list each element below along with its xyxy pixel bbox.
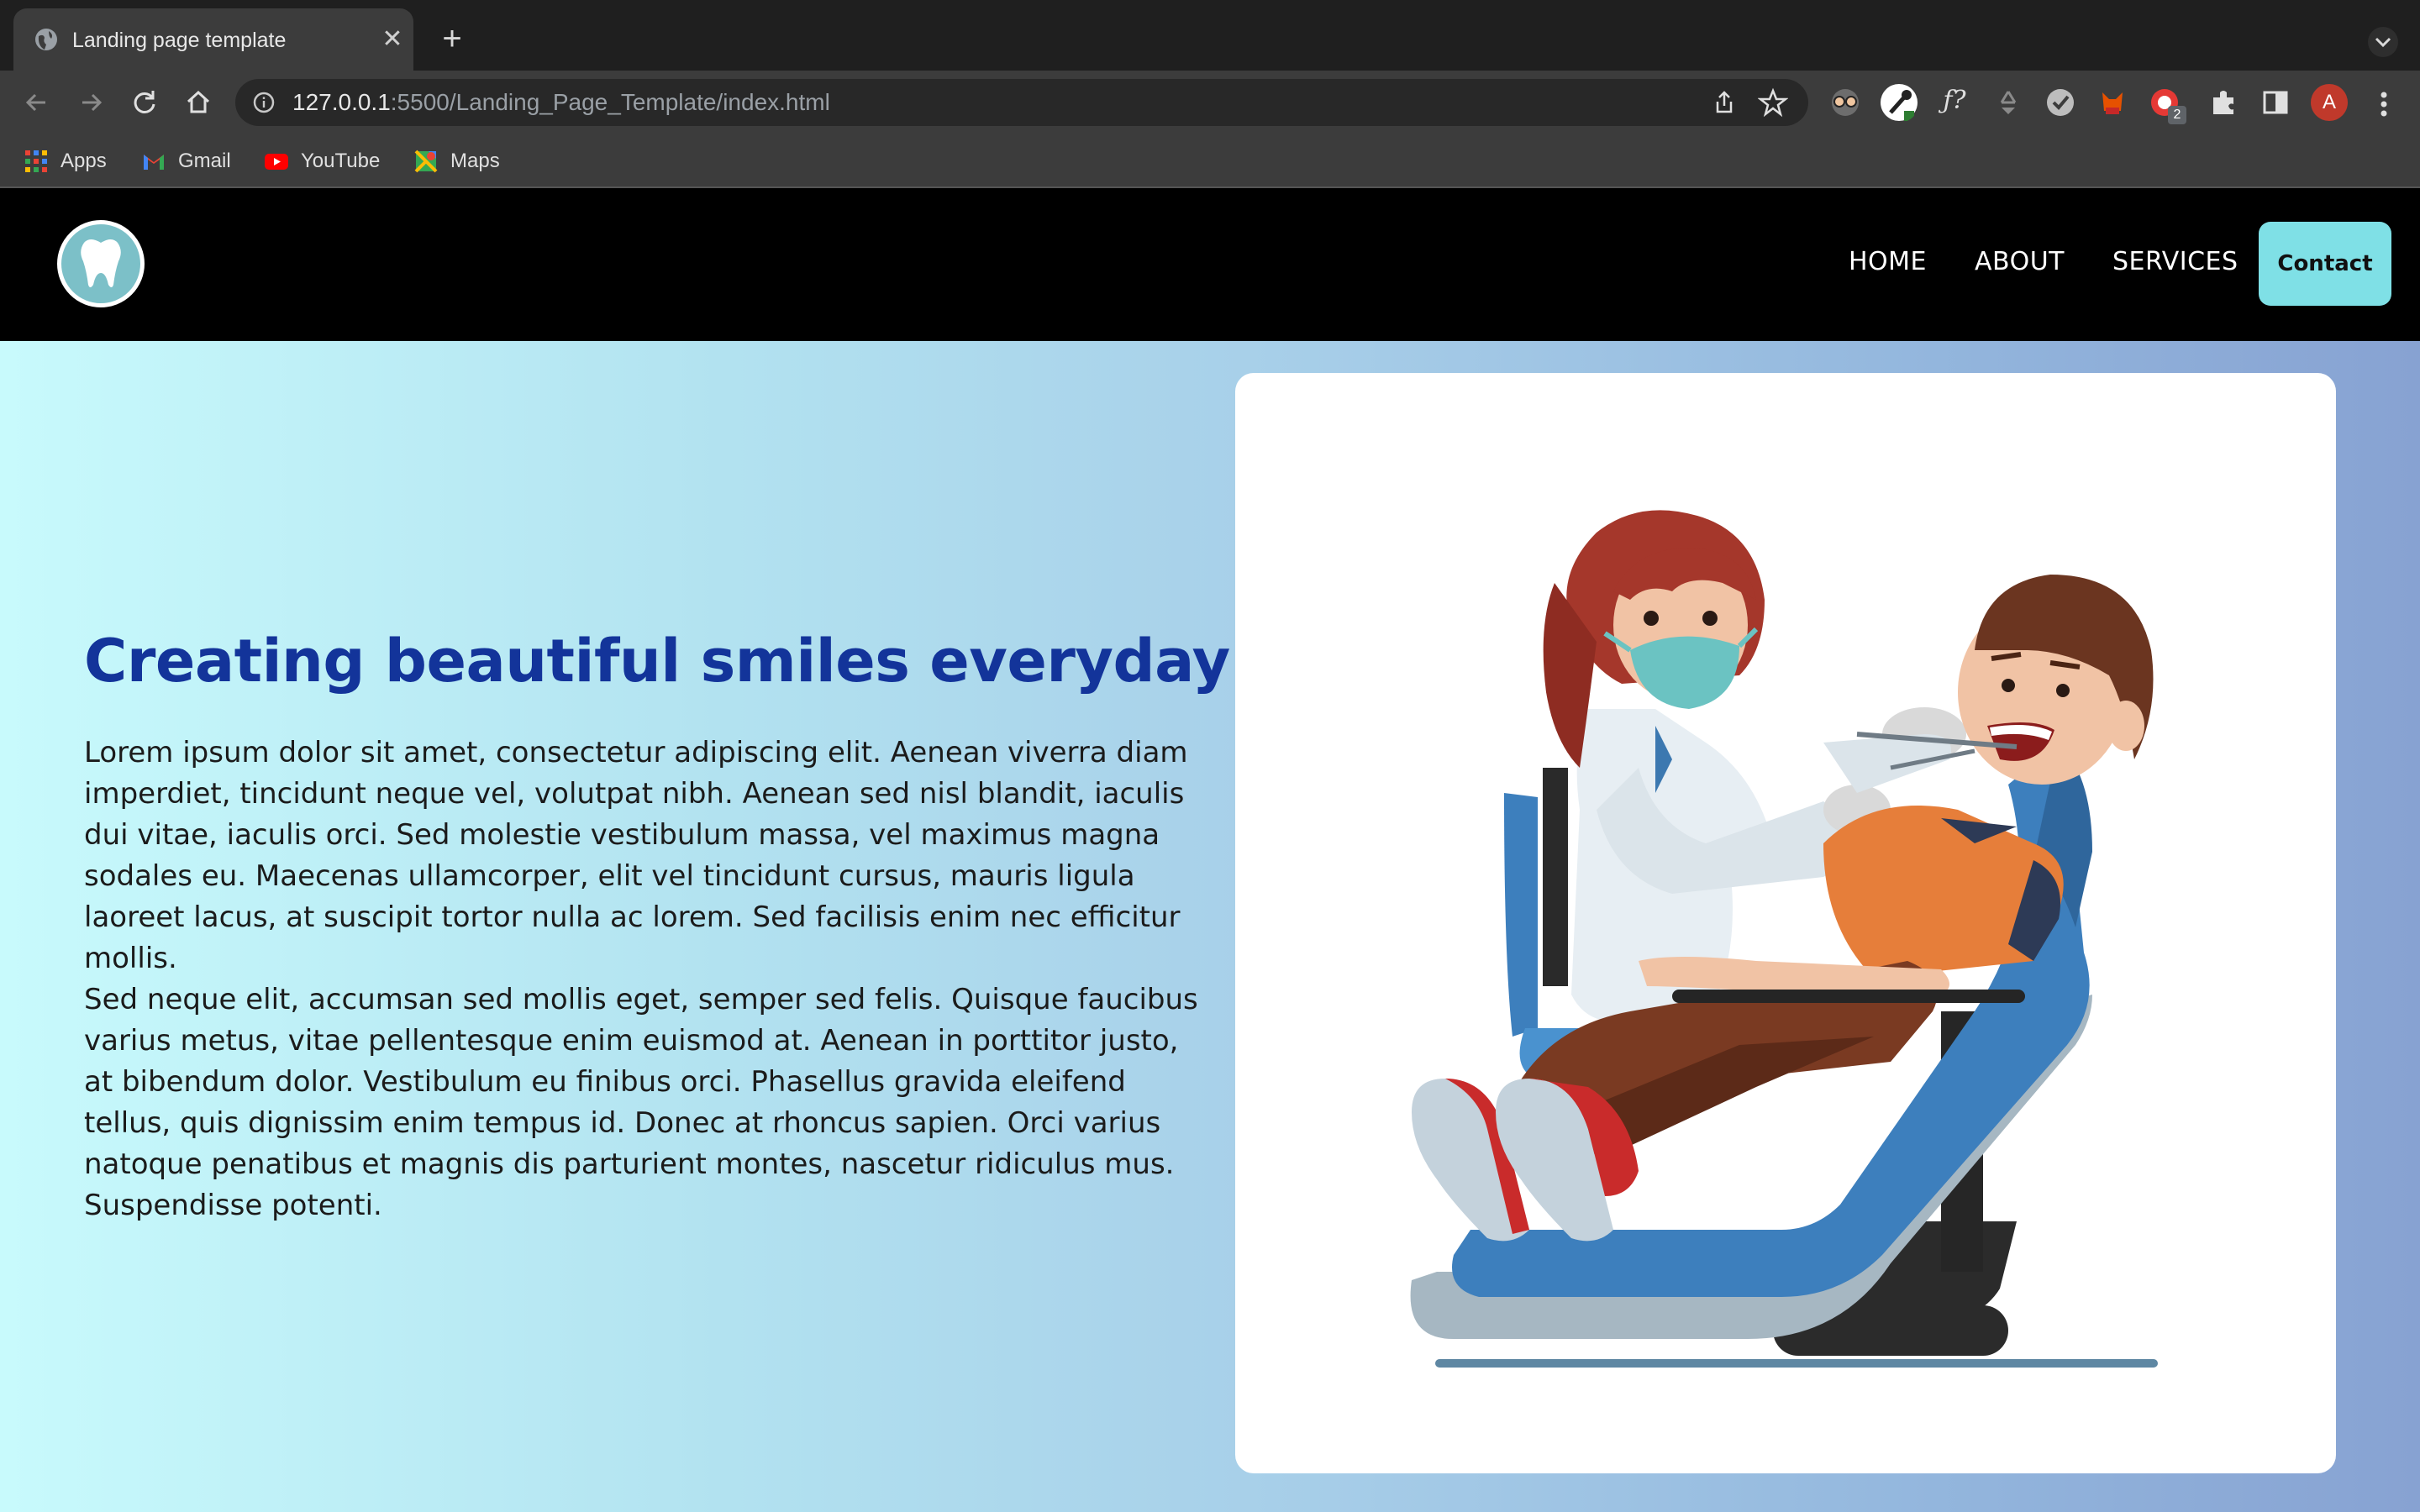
fox-extension-icon[interactable] xyxy=(2096,86,2129,119)
home-icon[interactable] xyxy=(182,86,215,119)
bookmark-youtube[interactable]: YouTube xyxy=(264,148,380,175)
apps-grid-icon xyxy=(25,150,47,172)
new-tab-button[interactable]: + xyxy=(435,22,469,57)
contact-button[interactable]: Contact xyxy=(2259,222,2391,306)
more-menu-icon[interactable] xyxy=(2371,87,2396,121)
site-navbar: HOME ABOUT SERVICES Contact xyxy=(0,188,2420,341)
side-panel-icon[interactable] xyxy=(2259,86,2292,119)
globe-icon xyxy=(35,29,57,50)
browser-tab[interactable]: Landing page template ✕ xyxy=(13,8,413,71)
hero-image-card xyxy=(1235,373,2336,1473)
font-extension-icon[interactable]: ƒ? xyxy=(1938,84,1971,118)
bookmarks-bar: Apps Gmail YouTube Maps xyxy=(0,134,2420,188)
bookmark-star-icon[interactable] xyxy=(1758,87,1788,118)
tooth-logo[interactable] xyxy=(57,220,145,307)
gmail-icon xyxy=(144,155,164,170)
youtube-icon xyxy=(265,154,288,170)
maps-icon xyxy=(414,150,438,173)
hero-heading: Creating beautiful smiles everyday xyxy=(84,627,1230,696)
profile-avatar[interactable]: A xyxy=(2311,84,2348,121)
tab-title: Landing page template xyxy=(72,29,287,52)
url-text: 127.0.0.1:5500/Landing_Page_Template/ind… xyxy=(292,89,830,116)
bookmark-label: Gmail xyxy=(178,150,231,172)
tooth-icon xyxy=(81,239,121,287)
nav-link-home[interactable]: HOME xyxy=(1849,247,1927,276)
bookmark-maps[interactable]: Maps xyxy=(413,148,500,175)
hero-paragraph-1: Lorem ipsum dolor sit amet, consectetur … xyxy=(84,736,1188,975)
eyedropper-extension-icon[interactable] xyxy=(1879,82,1919,123)
address-bar[interactable]: 127.0.0.1:5500/Landing_Page_Template/ind… xyxy=(235,79,1808,126)
browser-window: Landing page template ✕ + 127.0.0.1:5500… xyxy=(0,0,2420,1512)
bookmark-apps[interactable]: Apps xyxy=(24,148,107,175)
extension-badge: 2 xyxy=(2168,106,2186,124)
nav-link-about[interactable]: ABOUT xyxy=(1975,247,2065,276)
url-path: :5500/Landing_Page_Template/index.html xyxy=(390,89,830,115)
bookmark-gmail[interactable]: Gmail xyxy=(141,148,231,175)
share-icon[interactable] xyxy=(1711,89,1738,116)
site-info-icon[interactable] xyxy=(252,91,276,114)
url-host: 127.0.0.1 xyxy=(292,89,391,115)
forward-arrow-icon[interactable] xyxy=(74,86,108,119)
dentist-illustration xyxy=(1410,510,2158,1368)
hero-section: Creating beautiful smiles everyday Lorem… xyxy=(0,341,2420,1512)
tab-strip: Landing page template ✕ + xyxy=(0,0,2420,71)
bookmark-label: YouTube xyxy=(301,150,381,172)
close-tab-icon[interactable]: ✕ xyxy=(378,25,407,54)
recycle-extension-icon[interactable] xyxy=(1991,86,2025,119)
nav-link-services[interactable]: SERVICES xyxy=(2112,247,2238,276)
web-page: HOME ABOUT SERVICES Contact Creating bea… xyxy=(0,188,2420,1512)
puzzle-extensions-icon[interactable] xyxy=(2207,86,2240,119)
glasses-extension-icon[interactable] xyxy=(1828,86,1862,119)
bookmark-label: Maps xyxy=(450,150,500,172)
back-arrow-icon[interactable] xyxy=(20,86,54,119)
reload-icon[interactable] xyxy=(128,86,161,119)
bookmark-label: Apps xyxy=(60,150,107,172)
hero-paragraph-2: Sed neque elit, accumsan sed mollis eget… xyxy=(84,983,1198,1222)
chevron-down-icon[interactable] xyxy=(2366,25,2400,59)
check-extension-icon[interactable] xyxy=(2044,86,2077,119)
